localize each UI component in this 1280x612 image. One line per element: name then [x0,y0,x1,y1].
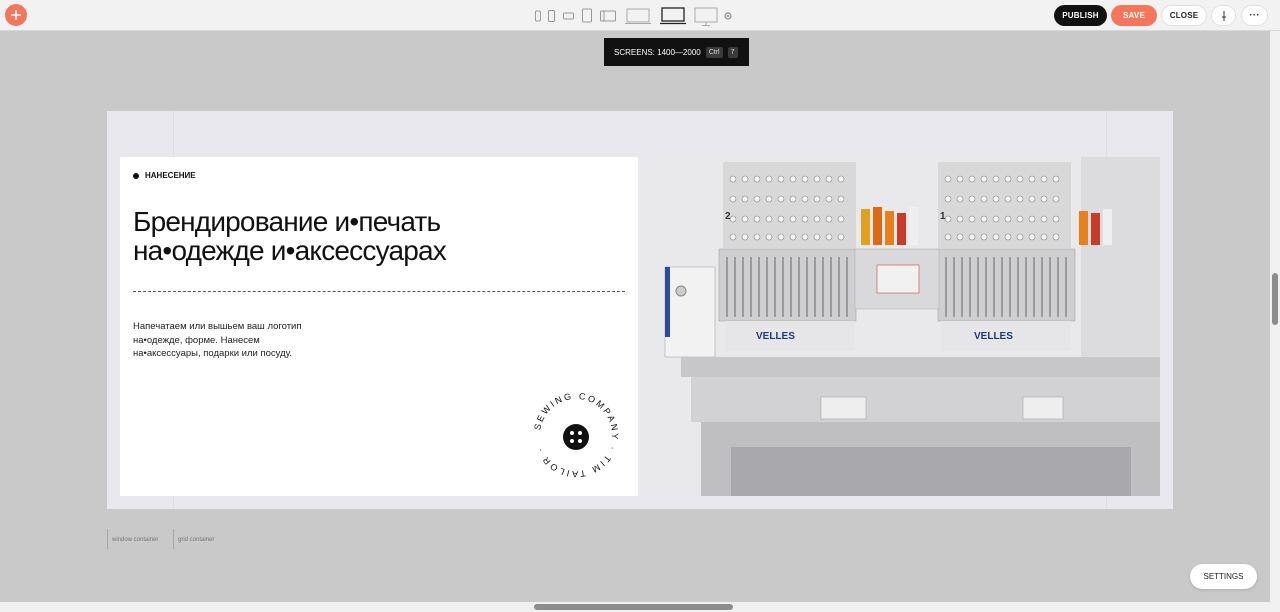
button-icon [563,424,589,450]
headline-line-1: Брендирование и•печать [133,206,441,237]
sewing-company-badge: SEWING COMPANY · TIM TAILOR · [528,387,624,483]
headline-line-2: на•одежде и•аксессуарах [133,235,447,266]
headline: Брендирование и•печать на•одежде и•аксес… [133,207,613,265]
close-button[interactable]: CLOSE [1161,5,1207,26]
section-tag: НАНЕСЕНИЕ [133,171,196,180]
laptop-small-icon[interactable] [625,5,651,27]
pin-icon [1221,10,1226,21]
horizontal-scrollbar[interactable] [0,602,1280,612]
vertical-scroll-thumb[interactable] [1272,273,1278,325]
tooltip-text: SCREENS: 1400—2000 [614,47,701,57]
tooltip-key-ctrl: Ctrl [705,46,723,58]
more-options-button[interactable]: ··· [1241,5,1268,26]
desktop-icon[interactable] [694,5,718,27]
add-block-button[interactable] [5,4,27,26]
tooltip-key-7: 7 [727,46,738,58]
section-tag-label: НАНЕСЕНИЕ [145,171,196,180]
embroidery-machine-photo[interactable]: 2 VELLES 1 VELLES [641,157,1160,496]
body-line-3: на•аксессуары, подарки или посуду. [133,348,293,359]
plus-icon [11,10,21,20]
pin-button[interactable] [1211,5,1236,26]
window-container-label: window container [107,529,158,549]
settings-button[interactable]: SETTINGS [1190,564,1257,589]
bullet-icon [133,172,139,179]
brand-label-right: VELLES [974,331,1013,342]
gear-icon[interactable] [723,5,733,27]
brand-label-left: VELLES [756,331,795,342]
head-number-2: 2 [725,211,731,222]
vertical-scrollbar[interactable] [1270,31,1280,602]
screens-tooltip: SCREENS: 1400—2000 Ctrl 7 [604,38,749,66]
save-button[interactable]: SAVE [1111,5,1157,26]
phone-portrait-small-icon[interactable] [535,5,541,27]
body-line-2: на•одежде, форме. Нанесем [133,334,260,346]
head-number-1: 1 [940,211,946,222]
grid-container-label: grid container [173,529,214,549]
dashed-divider [133,291,625,292]
window-container[interactable]: НАНЕСЕНИЕ Брендирование и•печать на•одеж… [107,111,1173,509]
phone-landscape-icon[interactable] [563,5,574,27]
publish-button[interactable]: PUBLISH [1054,5,1107,26]
top-toolbar: PUBLISH SAVE CLOSE ··· [0,0,1280,31]
horizontal-scroll-thumb[interactable] [534,604,733,610]
body-text: Напечатаем или вышьем ваш логотип на•оде… [133,320,333,361]
tablet-portrait-icon[interactable] [582,5,592,27]
tablet-landscape-icon[interactable] [600,5,616,27]
text-card[interactable]: НАНЕСЕНИЕ Брендирование и•печать на•одеж… [120,157,638,496]
body-line-1: Напечатаем или вышьем ваш логотип [133,321,302,332]
laptop-icon[interactable] [660,5,686,27]
phone-portrait-icon[interactable] [548,5,555,27]
